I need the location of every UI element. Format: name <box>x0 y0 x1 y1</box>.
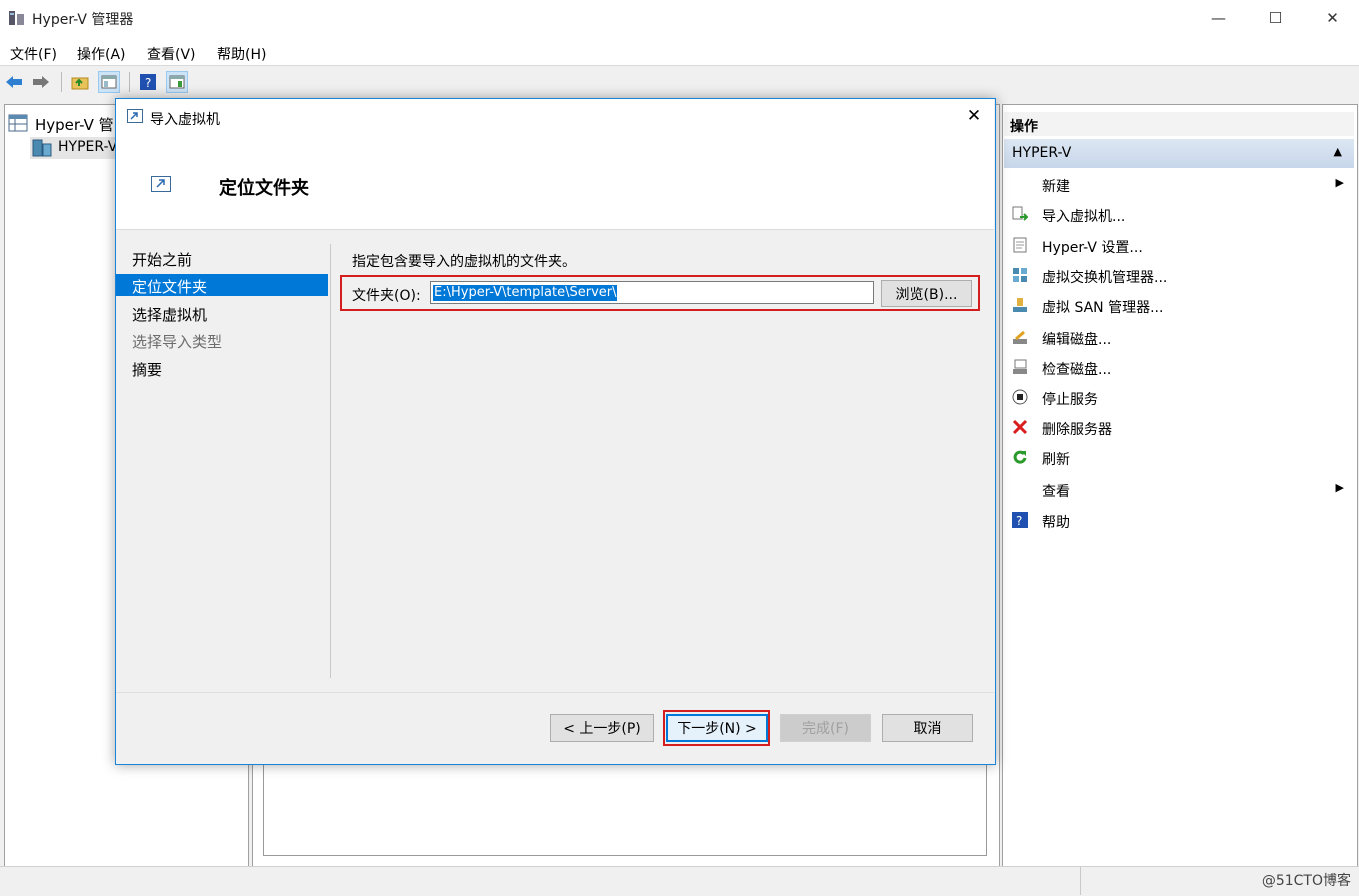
tree-server-label[interactable]: HYPER-V <box>58 139 117 155</box>
import-vm-icon <box>1012 206 1028 222</box>
wizard-nav-locate-folder[interactable]: 定位文件夹 <box>116 274 328 296</box>
wizard-nav-import-type: 选择导入类型 <box>116 329 328 351</box>
dialog-close-button[interactable]: ✕ <box>960 103 988 129</box>
menu-bar <box>0 37 1359 66</box>
import-vm-icon <box>127 109 143 123</box>
nav-label: 开始之前 <box>132 251 193 269</box>
folder-input-value: E:\Hyper-V\template\Server\ <box>433 285 618 301</box>
wizard-nav-select-vm[interactable]: 选择虚拟机 <box>116 302 328 324</box>
close-button[interactable]: ✕ <box>1304 0 1359 35</box>
action-label: 查看 <box>1042 484 1070 500</box>
settings-icon <box>1012 237 1028 253</box>
minimize-button[interactable]: — <box>1190 0 1247 35</box>
details-panel <box>263 762 987 856</box>
action-inspect-disk[interactable]: 检查磁盘... <box>1004 352 1354 382</box>
nav-label: 选择虚拟机 <box>132 306 208 324</box>
watermark: @51CTO博客 <box>1261 873 1351 889</box>
cancel-button[interactable]: 取消 <box>882 714 973 742</box>
menu-help[interactable]: 帮助(H) <box>217 44 266 64</box>
status-separator <box>1080 867 1081 895</box>
menu-action[interactable]: 操作(A) <box>77 44 126 64</box>
maximize-button[interactable]: ☐ <box>1247 0 1304 35</box>
action-view[interactable]: 查看 ▶ <box>1004 474 1354 504</box>
dialog-title: 导入虚拟机 <box>150 112 220 128</box>
window-title: Hyper-V 管理器 <box>32 12 134 28</box>
action-label: 新建 <box>1042 179 1070 195</box>
folder-input[interactable]: E:\Hyper-V\template\Server\ <box>430 281 874 304</box>
action-hyperv-settings[interactable]: Hyper-V 设置... <box>1004 230 1354 260</box>
submenu-arrow-icon: ▶ <box>1335 481 1344 494</box>
previous-button[interactable]: < 上一步(P) <box>550 714 654 742</box>
hyper-v-app-icon <box>8 9 26 27</box>
folder-label: 文件夹(O): <box>352 288 421 304</box>
tree-root-label[interactable]: Hyper-V 管 <box>35 114 114 135</box>
action-label: 帮助 <box>1042 515 1070 531</box>
action-help[interactable]: ? 帮助 <box>1004 505 1354 535</box>
instruction-text: 指定包含要导入的虚拟机的文件夹。 <box>352 254 576 270</box>
status-bar <box>0 866 1359 896</box>
delete-icon <box>1012 419 1028 435</box>
wizard-nav-summary[interactable]: 摘要 <box>116 357 328 379</box>
console-tree-icon[interactable] <box>98 71 120 93</box>
toolbar <box>0 66 1359 98</box>
action-delete-server[interactable]: 删除服务器 <box>1004 412 1354 442</box>
action-new[interactable]: 新建 ▶ <box>1004 169 1354 199</box>
wizard-page-icon <box>151 176 171 192</box>
up-folder-icon[interactable] <box>69 71 91 93</box>
action-label: 编辑磁盘... <box>1042 332 1112 348</box>
browse-button[interactable]: 浏览(B)... <box>881 280 972 307</box>
hyper-v-manager-icon <box>8 113 28 133</box>
refresh-icon <box>1012 449 1028 465</box>
action-edit-disk[interactable]: 编辑磁盘... <box>1004 322 1354 352</box>
action-switch-manager[interactable]: 虚拟交换机管理器... <box>1004 260 1354 290</box>
actions-header: 操作 <box>1004 112 1354 136</box>
help-icon: ? <box>1012 512 1028 528</box>
nav-label: 摘要 <box>132 361 163 379</box>
svg-text:?: ? <box>1016 514 1022 528</box>
menu-file[interactable]: 文件(F) <box>10 44 57 64</box>
action-san-manager[interactable]: 虚拟 SAN 管理器... <box>1004 290 1354 320</box>
dialog-header <box>116 99 994 230</box>
finish-button: 完成(F) <box>780 714 871 742</box>
san-manager-icon <box>1012 297 1028 313</box>
actions-section-label: HYPER-V <box>1012 145 1072 161</box>
action-refresh[interactable]: 刷新 <box>1004 442 1354 472</box>
action-label: 检查磁盘... <box>1042 362 1112 378</box>
inspect-disk-icon <box>1012 359 1028 375</box>
wizard-divider <box>330 244 331 678</box>
menu-view[interactable]: 查看(V) <box>147 44 196 64</box>
action-stop-service[interactable]: 停止服务 <box>1004 382 1354 412</box>
collapse-icon[interactable]: ▲ <box>1334 145 1342 158</box>
action-label: 删除服务器 <box>1042 422 1112 438</box>
stop-icon <box>1012 389 1028 405</box>
action-label: 虚拟交换机管理器... <box>1042 270 1168 286</box>
action-label: 刷新 <box>1042 452 1070 468</box>
toolbar-separator <box>129 72 130 92</box>
wizard-heading: 定位文件夹 <box>219 178 309 199</box>
forward-icon[interactable] <box>30 71 52 93</box>
toolbar-separator <box>61 72 62 92</box>
help-icon[interactable]: ? <box>137 71 159 93</box>
actions-header-label: 操作 <box>1010 119 1038 135</box>
edit-disk-icon <box>1012 329 1028 345</box>
action-label: 停止服务 <box>1042 392 1098 408</box>
action-label: Hyper-V 设置... <box>1042 240 1143 256</box>
back-icon[interactable] <box>3 71 25 93</box>
svg-text:?: ? <box>145 76 151 90</box>
wizard-nav-before-you-begin[interactable]: 开始之前 <box>116 247 328 269</box>
actions-section-hyper-v[interactable]: HYPER-V ▲ <box>1004 139 1354 168</box>
action-label: 虚拟 SAN 管理器... <box>1042 300 1164 316</box>
nav-label: 定位文件夹 <box>132 278 208 296</box>
nav-label: 选择导入类型 <box>132 333 223 351</box>
title-bar <box>0 0 1359 37</box>
switch-manager-icon <box>1012 267 1028 283</box>
submenu-arrow-icon: ▶ <box>1335 176 1344 189</box>
dialog-footer-divider <box>116 692 994 693</box>
action-import-vm[interactable]: 导入虚拟机... <box>1004 199 1354 229</box>
next-button[interactable]: 下一步(N) > <box>666 714 768 742</box>
action-pane-icon[interactable] <box>166 71 188 93</box>
server-icon <box>32 139 52 157</box>
action-label: 导入虚拟机... <box>1042 209 1126 225</box>
